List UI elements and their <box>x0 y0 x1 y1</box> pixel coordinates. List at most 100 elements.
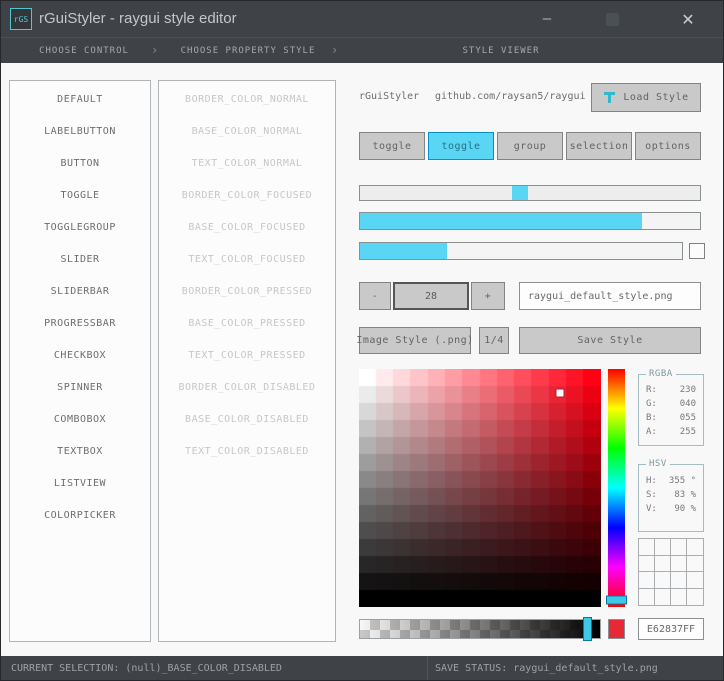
statusbar: CURRENT SELECTION: (null)_BASE_COLOR_DIS… <box>1 656 723 680</box>
rguistyler-window: rGS rGuiStyler - raygui style editor — ✕… <box>0 0 724 681</box>
alpha-bar[interactable] <box>359 617 601 641</box>
toggle-button-selection[interactable]: selection <box>566 132 632 160</box>
palette-cell[interactable] <box>655 539 671 556</box>
list-item-checkbox[interactable]: CHECKBOX <box>10 339 150 371</box>
list-item-sliderbar[interactable]: SLIDERBAR <box>10 275 150 307</box>
rgba-panel-title: RGBA <box>646 369 676 379</box>
list-item-slider[interactable]: SLIDER <box>10 243 150 275</box>
hsv-panel: HSV H: 355 ° S: 83 % V: 90 % <box>638 459 704 532</box>
palette-cell[interactable] <box>687 539 703 556</box>
save-style-button[interactable]: Save Style <box>519 327 701 354</box>
rgba-row-b: B: 055 <box>646 412 696 426</box>
palette-cell[interactable] <box>687 572 703 589</box>
palette-cell[interactable] <box>687 556 703 572</box>
palette-cell[interactable] <box>671 539 687 556</box>
sv-cursor[interactable] <box>556 389 564 397</box>
list-item-text-color-focused[interactable]: TEXT_COLOR_FOCUSED <box>159 243 335 275</box>
window-title: rGuiStyler - raygui style editor <box>39 10 237 27</box>
close-button[interactable]: ✕ <box>671 1 705 37</box>
slider-handle[interactable] <box>511 186 528 200</box>
demo-slider[interactable] <box>359 185 701 201</box>
list-item-combobox[interactable]: COMBOBOX <box>10 403 150 435</box>
list-item-border-color-focused[interactable]: BORDER_COLOR_FOCUSED <box>159 179 335 211</box>
list-item-labelbutton[interactable]: LABELBUTTON <box>10 115 150 147</box>
property-style-list: BORDER_COLOR_NORMAL BASE_COLOR_NORMAL TE… <box>158 80 336 642</box>
demo-checkbox[interactable] <box>689 243 705 259</box>
list-item-togglegroup[interactable]: TOGGLEGROUP <box>10 211 150 243</box>
titlebar: rGS rGuiStyler - raygui style editor — ✕ <box>1 1 723 37</box>
list-item-base-color-disabled[interactable]: BASE_COLOR_DISABLED <box>159 403 335 435</box>
sv-canvas <box>359 369 601 607</box>
list-item-listview[interactable]: LISTVIEW <box>10 467 150 499</box>
list-item-default[interactable]: DEFAULT <box>10 83 150 115</box>
palette-cell[interactable] <box>671 555 687 572</box>
spinner-minus-button[interactable]: - <box>359 282 391 310</box>
hsv-panel-title: HSV <box>646 459 670 469</box>
palette-cell[interactable] <box>639 572 655 589</box>
ratio-button[interactable]: 1/4 <box>479 327 509 354</box>
close-icon: ✕ <box>681 9 695 29</box>
list-item-colorpicker[interactable]: COLORPICKER <box>10 499 150 531</box>
repo-link[interactable]: github.com/raysan5/raygui <box>435 91 586 102</box>
list-item-base-color-normal[interactable]: BASE_COLOR_NORMAL <box>159 115 335 147</box>
demo-progressbar[interactable] <box>359 212 701 230</box>
load-style-button[interactable]: Load Style <box>591 83 701 112</box>
list-item-border-color-pressed[interactable]: BORDER_COLOR_PRESSED <box>159 275 335 307</box>
load-style-label: Load Style <box>623 92 689 103</box>
hsv-v-label: V: <box>646 504 657 514</box>
spinner-value-box[interactable]: 28 <box>393 282 469 310</box>
list-item-progressbar[interactable]: PROGRESSBAR <box>10 307 150 339</box>
palette-cell[interactable] <box>639 588 655 605</box>
list-item-base-color-pressed[interactable]: BASE_COLOR_PRESSED <box>159 307 335 339</box>
palette-cell[interactable] <box>655 555 671 572</box>
alpha-handle[interactable] <box>583 617 593 641</box>
maximize-button[interactable] <box>595 1 629 37</box>
list-item-border-color-normal[interactable]: BORDER_COLOR_NORMAL <box>159 83 335 115</box>
list-item-text-color-normal[interactable]: TEXT_COLOR_NORMAL <box>159 147 335 179</box>
sliderbar-fill <box>360 243 447 259</box>
list-item-textbox[interactable]: TEXTBOX <box>10 435 150 467</box>
section-separator-icon: › <box>331 43 339 57</box>
hsv-row-v: V: 90 % <box>646 503 696 517</box>
list-item-text-color-disabled[interactable]: TEXT_COLOR_DISABLED <box>159 435 335 467</box>
rgba-r-label: R: <box>646 385 657 395</box>
rgba-row-a: A: 255 <box>646 426 696 440</box>
palette-cell[interactable] <box>639 555 655 572</box>
hex-value-box[interactable]: E62837FF <box>638 618 704 640</box>
rgba-b-label: B: <box>646 413 657 423</box>
toggle-button-2-active[interactable]: toggle <box>428 132 494 160</box>
app-icon: rGS <box>10 8 32 30</box>
list-item-spinner[interactable]: SPINNER <box>10 371 150 403</box>
palette-cell[interactable] <box>671 572 687 589</box>
maximize-icon <box>605 12 619 26</box>
image-style-button[interactable]: Image Style (.png) <box>356 327 473 354</box>
toggle-button-group[interactable]: group <box>497 132 563 160</box>
hsv-s-value: 83 % <box>674 490 696 500</box>
list-item-border-color-disabled[interactable]: BORDER_COLOR_DISABLED <box>159 371 335 403</box>
spinner-plus-button[interactable]: + <box>471 282 505 310</box>
toggle-button-options[interactable]: options <box>635 132 701 160</box>
palette-cell[interactable] <box>671 588 687 605</box>
list-item-toggle[interactable]: TOGGLE <box>10 179 150 211</box>
section-choose-property-style: CHOOSE PROPERTY STYLE <box>180 46 316 56</box>
hue-bar[interactable] <box>606 369 627 607</box>
demo-sliderbar[interactable] <box>359 242 683 260</box>
palette-cell[interactable] <box>655 588 671 605</box>
minimize-button[interactable]: — <box>530 1 564 37</box>
palette-cell[interactable] <box>639 539 655 556</box>
list-item-base-color-focused[interactable]: BASE_COLOR_FOCUSED <box>159 211 335 243</box>
section-style-viewer: STYLE VIEWER <box>462 46 540 56</box>
status-save-status: SAVE STATUS: raygui_default_style.png <box>435 663 658 674</box>
palette-cell[interactable] <box>655 572 671 589</box>
palette-cell[interactable] <box>687 589 703 606</box>
hue-handle[interactable] <box>606 595 627 605</box>
color-sv-panel[interactable] <box>359 369 601 607</box>
rgba-g-value: 040 <box>679 399 696 409</box>
list-item-text-color-pressed[interactable]: TEXT_COLOR_PRESSED <box>159 339 335 371</box>
filename-textbox[interactable]: raygui_default_style.png <box>519 282 701 310</box>
color-swatch <box>608 619 625 639</box>
toggle-button-1[interactable]: toggle <box>359 132 425 160</box>
list-item-button[interactable]: BUTTON <box>10 147 150 179</box>
rgba-panel: RGBA R: 230 G: 040 B: 055 A: 255 <box>638 369 704 446</box>
rgba-b-value: 055 <box>679 413 696 423</box>
